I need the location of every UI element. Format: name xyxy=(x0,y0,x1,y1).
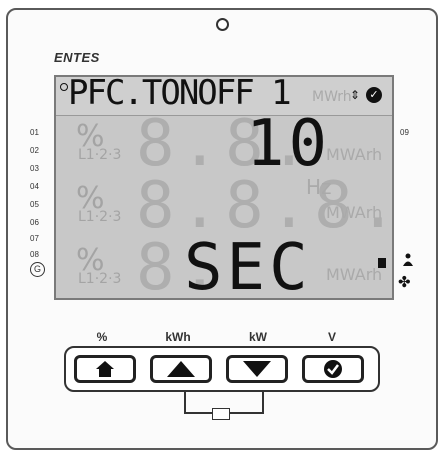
lcd-top-unit: MWrh xyxy=(312,89,352,105)
up-triangle-icon xyxy=(167,361,195,377)
row1-phase-ghost: L1·2·3 xyxy=(78,147,122,163)
person-icon xyxy=(401,253,415,272)
label-percent: % xyxy=(96,330,108,344)
indicator-06: 06 xyxy=(30,218,39,227)
indicator-02: 02 xyxy=(30,146,39,155)
label-v: V xyxy=(327,330,336,344)
indicator-04: 04 xyxy=(30,182,39,191)
up-button[interactable] xyxy=(150,355,212,383)
brand-logo: ENTES xyxy=(54,50,100,65)
indicator-08: 08 xyxy=(30,250,39,259)
down-triangle-icon xyxy=(243,361,271,377)
row2-unit-ghost: MWArh xyxy=(326,203,383,222)
indicator-01: 01 xyxy=(30,128,39,137)
indicator-05: 05 xyxy=(30,200,39,209)
ok-button[interactable] xyxy=(302,355,364,383)
status-led xyxy=(216,18,229,31)
row3-phase-ghost: L1·2·3 xyxy=(78,271,122,287)
button-group xyxy=(64,346,380,392)
label-kwh: kWh xyxy=(165,330,191,344)
lcd-dot-marker xyxy=(60,83,68,91)
scroll-arrows-icon: ⇕ xyxy=(350,88,361,102)
indicator-09: 09 xyxy=(400,128,409,137)
row1-unit-ghost: MWArh xyxy=(326,145,383,164)
row3-unit-ghost: MWArh xyxy=(326,265,383,284)
keyboard-icon xyxy=(212,408,230,420)
lcd-display: PFC.TONOFF 1 MWrh ⇕ ✓ % L1·2·3 8.8. 10 M… xyxy=(54,75,394,300)
check-icon: ✓ xyxy=(366,87,382,103)
check-circle-icon xyxy=(324,360,342,378)
row2-hz-ghost: Hz xyxy=(306,175,332,199)
down-button[interactable] xyxy=(226,355,288,383)
status-block-indicator xyxy=(378,258,386,268)
label-kw: kW xyxy=(249,330,267,344)
indicator-03: 03 xyxy=(30,164,39,173)
home-button[interactable] xyxy=(74,355,136,383)
generator-indicator: G xyxy=(30,262,45,277)
home-icon xyxy=(96,361,114,377)
fan-icon: ✤ xyxy=(398,274,411,291)
row3-value: SEC xyxy=(184,231,312,300)
row2-phase-ghost: L1·2·3 xyxy=(78,209,122,225)
indicator-07: 07 xyxy=(30,234,39,243)
